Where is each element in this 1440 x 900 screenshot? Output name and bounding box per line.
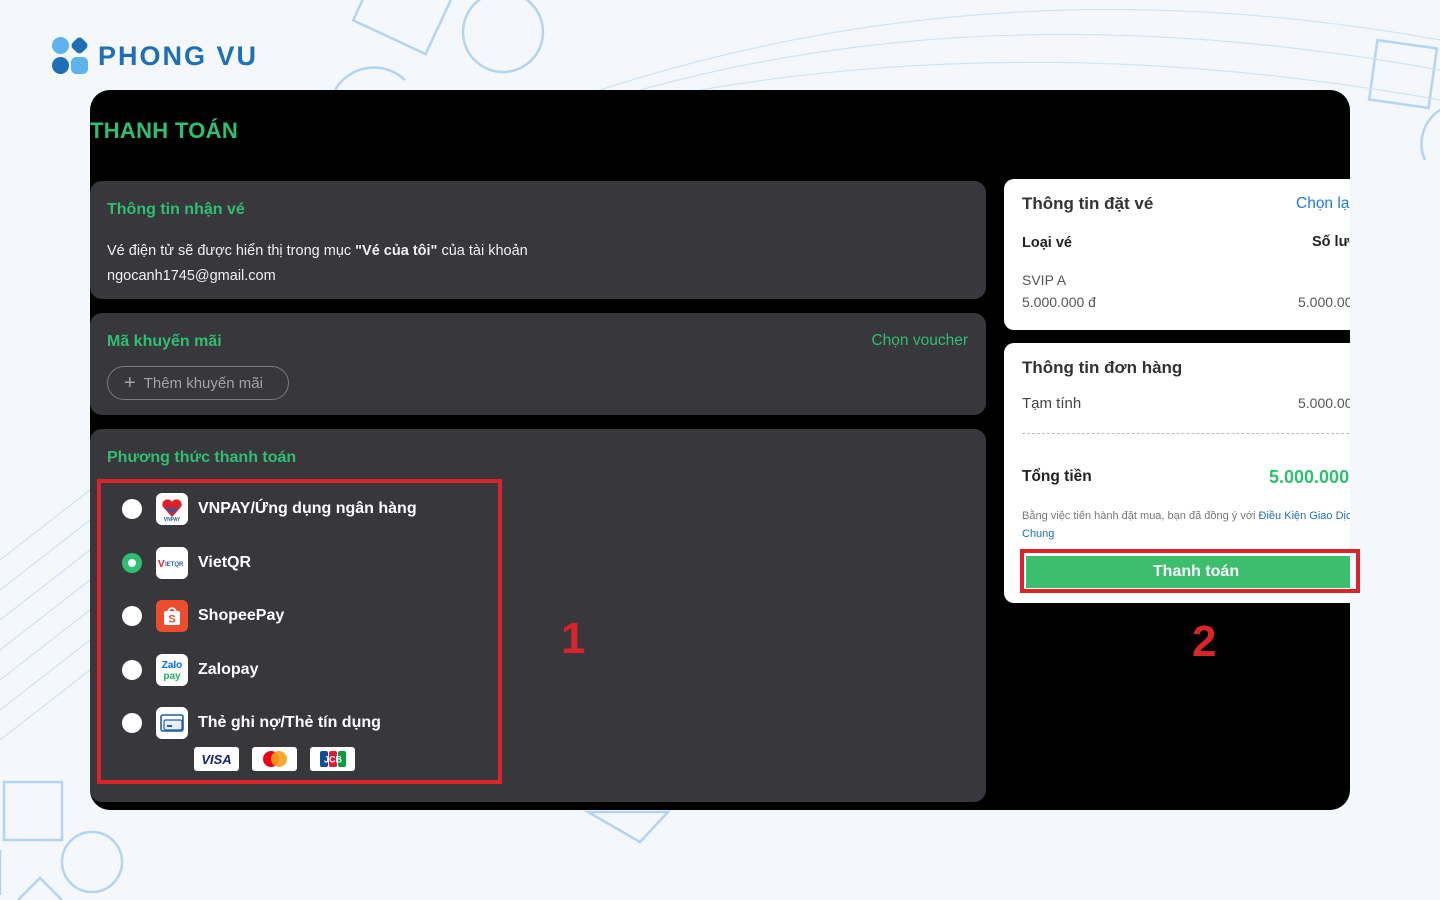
phongvu-logo-icon bbox=[50, 35, 90, 76]
total-value: 5.000.000 bbox=[1269, 467, 1350, 487]
ticket-unit-price: 5.000.000 đ bbox=[1022, 294, 1096, 310]
terms-prefix: Bằng việc tiến hành đặt mua, bạn đã đồng… bbox=[1022, 510, 1259, 522]
pay-button-highlight bbox=[1020, 549, 1360, 593]
ticket-info-heading: Thông tin nhận vé bbox=[107, 201, 245, 218]
payment-methods-highlight bbox=[97, 479, 502, 784]
promo-heading: Mã khuyến mãi bbox=[107, 333, 222, 350]
rechoose-link[interactable]: Chọn lại bbox=[1296, 195, 1350, 213]
ticket-type-header: Loại vé bbox=[1022, 235, 1072, 251]
booking-info-title: Thông tin đặt vé bbox=[1022, 194, 1154, 213]
choose-voucher-link[interactable]: Chọn voucher bbox=[871, 332, 968, 350]
add-promo-button[interactable]: + Thêm khuyến mãi bbox=[107, 366, 289, 400]
ticket-info-text: Vé điện tử sẽ được hiển thị trong mục "V… bbox=[107, 239, 528, 289]
subtotal-label: Tạm tính bbox=[1022, 395, 1082, 412]
ticket-type-name: SVIP A bbox=[1022, 272, 1067, 288]
plus-icon: + bbox=[124, 372, 136, 394]
booking-info-card: Thông tin đặt vé Chọn lại Loại vé Số lượ… bbox=[1004, 179, 1350, 330]
brand-logo: PHONG VU bbox=[50, 35, 259, 76]
divider bbox=[1022, 433, 1350, 434]
page-title: THANH TOÁN bbox=[90, 118, 239, 143]
promo-card: Mã khuyến mãi Chọn voucher + Thêm khuyến… bbox=[90, 313, 986, 415]
account-email: ngocanh1745@gmail.com bbox=[107, 268, 276, 284]
subtotal-value: 5.000.000 bbox=[1298, 395, 1350, 411]
add-promo-label: Thêm khuyến mãi bbox=[143, 374, 263, 392]
order-info-title: Thông tin đơn hàng bbox=[1022, 358, 1183, 377]
ticket-info-text-after: của tài khoản bbox=[437, 243, 528, 259]
ticket-line-total: 5.000.000 bbox=[1298, 294, 1350, 310]
my-tickets-highlight: "Vé của tôi" bbox=[355, 243, 438, 259]
quantity-header: Số lượng bbox=[1312, 234, 1350, 250]
step-marker-2: 2 bbox=[1192, 617, 1217, 666]
step-marker-1: 1 bbox=[561, 614, 586, 663]
ticket-info-card: Thông tin nhận vé Vé điện tử sẽ được hiể… bbox=[90, 181, 986, 299]
brand-name: PHONG VU bbox=[98, 40, 259, 71]
terms-text: Bằng việc tiến hành đặt mua, bạn đã đồng… bbox=[1022, 507, 1350, 543]
ticket-info-text-before: Vé điện tử sẽ được hiển thị trong mục bbox=[107, 243, 356, 259]
payment-method-heading: Phương thức thanh toán bbox=[107, 449, 297, 466]
total-label: Tổng tiền bbox=[1022, 468, 1092, 485]
